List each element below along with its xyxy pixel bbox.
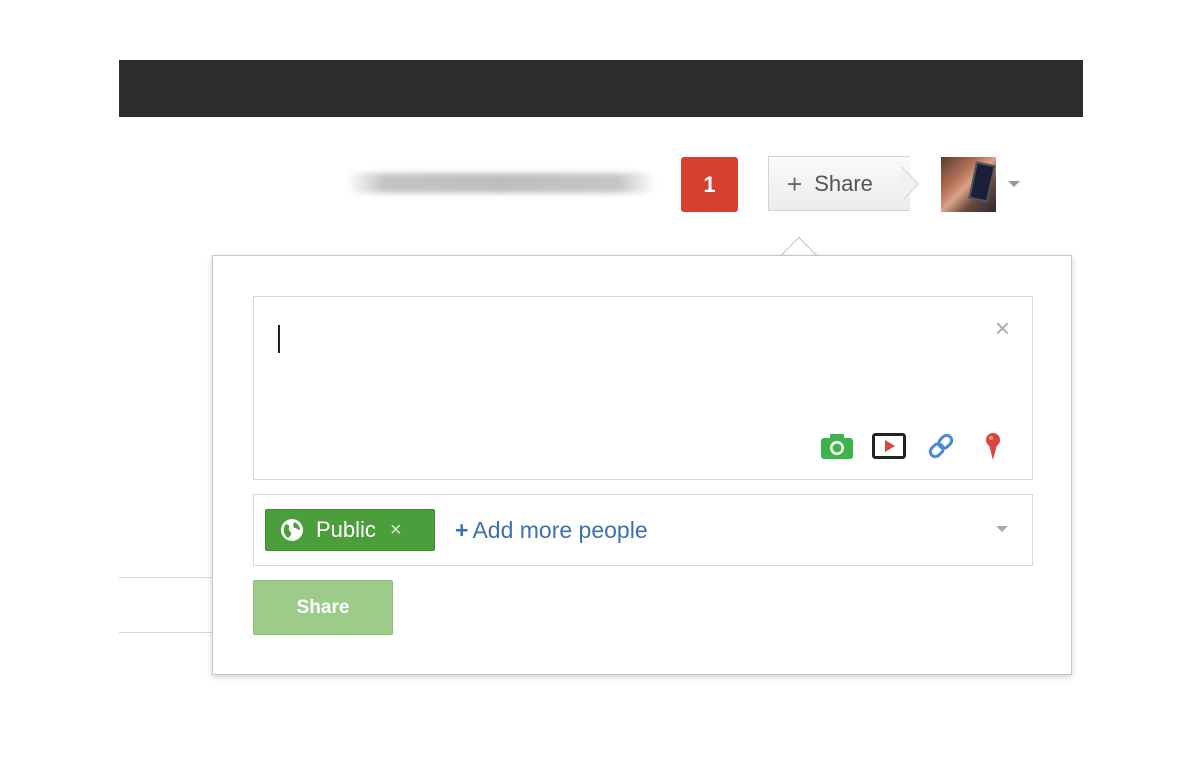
audience-selector: Public × + Add more people	[253, 494, 1033, 566]
notification-badge[interactable]: 1	[681, 157, 738, 212]
add-more-people-link[interactable]: + Add more people	[455, 517, 648, 544]
share-popup: × Public × + Add more people Share	[212, 255, 1072, 675]
avatar-photo-detail	[968, 161, 996, 203]
attachment-toolbar	[802, 429, 1010, 463]
chevron-down-icon[interactable]	[1008, 178, 1020, 190]
share-post-label: Share	[296, 596, 350, 618]
globe-icon	[280, 518, 304, 542]
notification-count: 1	[703, 171, 716, 197]
location-pin-icon[interactable]	[976, 429, 1010, 463]
close-icon[interactable]: ×	[995, 315, 1010, 341]
chevron-down-icon[interactable]	[996, 526, 1008, 534]
add-more-people-label: Add more people	[472, 517, 648, 543]
link-icon[interactable]	[924, 429, 958, 463]
share-button-arrow	[901, 167, 931, 199]
plus-icon: +	[787, 168, 803, 199]
popup-pointer	[776, 236, 822, 257]
background-divider	[119, 577, 214, 578]
video-icon[interactable]	[872, 429, 906, 463]
share-label: Share	[814, 170, 873, 196]
public-audience-chip[interactable]: Public ×	[265, 509, 435, 551]
avatar[interactable]	[941, 157, 996, 212]
top-navigation-bar	[119, 60, 1083, 117]
share-button-header[interactable]: + Share	[768, 156, 910, 211]
blurred-user-name	[346, 173, 656, 193]
background-divider	[119, 632, 214, 633]
compose-textbox[interactable]: ×	[253, 296, 1033, 480]
public-chip-label: Public	[316, 517, 376, 542]
remove-chip-icon[interactable]: ×	[390, 519, 402, 542]
plus-icon: +	[455, 517, 469, 543]
text-cursor	[278, 325, 280, 353]
camera-icon[interactable]	[820, 429, 854, 463]
share-post-button[interactable]: Share	[253, 580, 393, 635]
